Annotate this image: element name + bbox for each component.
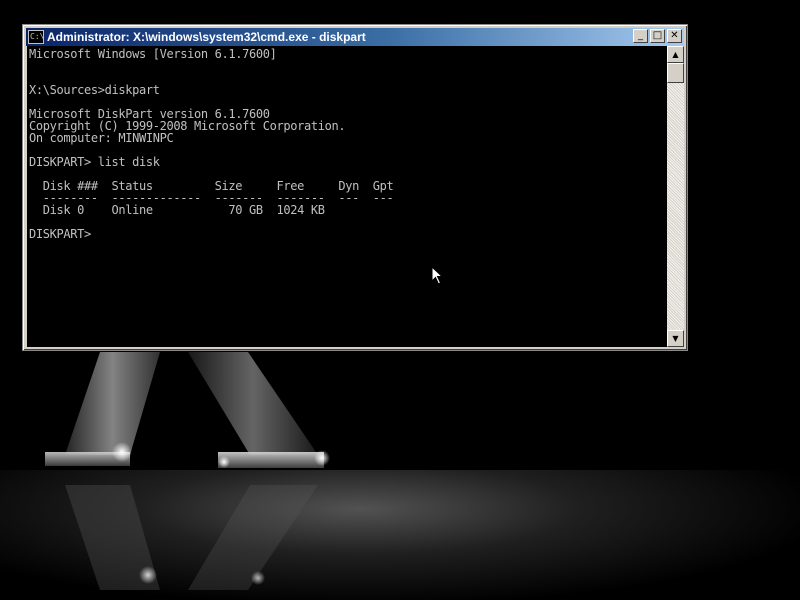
close-icon: ✕ — [670, 30, 679, 41]
minimize-button[interactable]: _ — [633, 29, 648, 43]
window-controls: _ □ ✕ — [631, 29, 682, 43]
console-output[interactable]: Microsoft Windows [Version 6.1.7600] X:\… — [27, 46, 667, 347]
mouse-pointer-icon — [431, 266, 444, 285]
scroll-up-button[interactable]: ▲ — [667, 46, 684, 63]
window-titlebar[interactable]: C:\ Administrator: X:\windows\system32\c… — [26, 28, 684, 46]
close-button[interactable]: ✕ — [667, 29, 682, 43]
desktop-floor-glow — [0, 470, 800, 600]
window-title: Administrator: X:\windows\system32\cmd.e… — [47, 30, 366, 44]
console-text: Microsoft Windows [Version 6.1.7600] X:\… — [29, 47, 394, 241]
arrow-up-icon: ▲ — [672, 50, 679, 59]
arrow-down-icon: ▼ — [672, 334, 679, 343]
cmd-window[interactable]: C:\ Administrator: X:\windows\system32\c… — [22, 24, 688, 351]
scroll-thumb[interactable] — [667, 63, 684, 83]
maximize-button[interactable]: □ — [650, 29, 665, 43]
cmd-icon[interactable]: C:\ — [28, 30, 44, 44]
vertical-scrollbar[interactable]: ▲ ▼ — [667, 46, 684, 347]
maximize-icon: □ — [652, 30, 663, 41]
scroll-down-button[interactable]: ▼ — [667, 330, 684, 347]
minimize-icon: _ — [638, 30, 643, 41]
